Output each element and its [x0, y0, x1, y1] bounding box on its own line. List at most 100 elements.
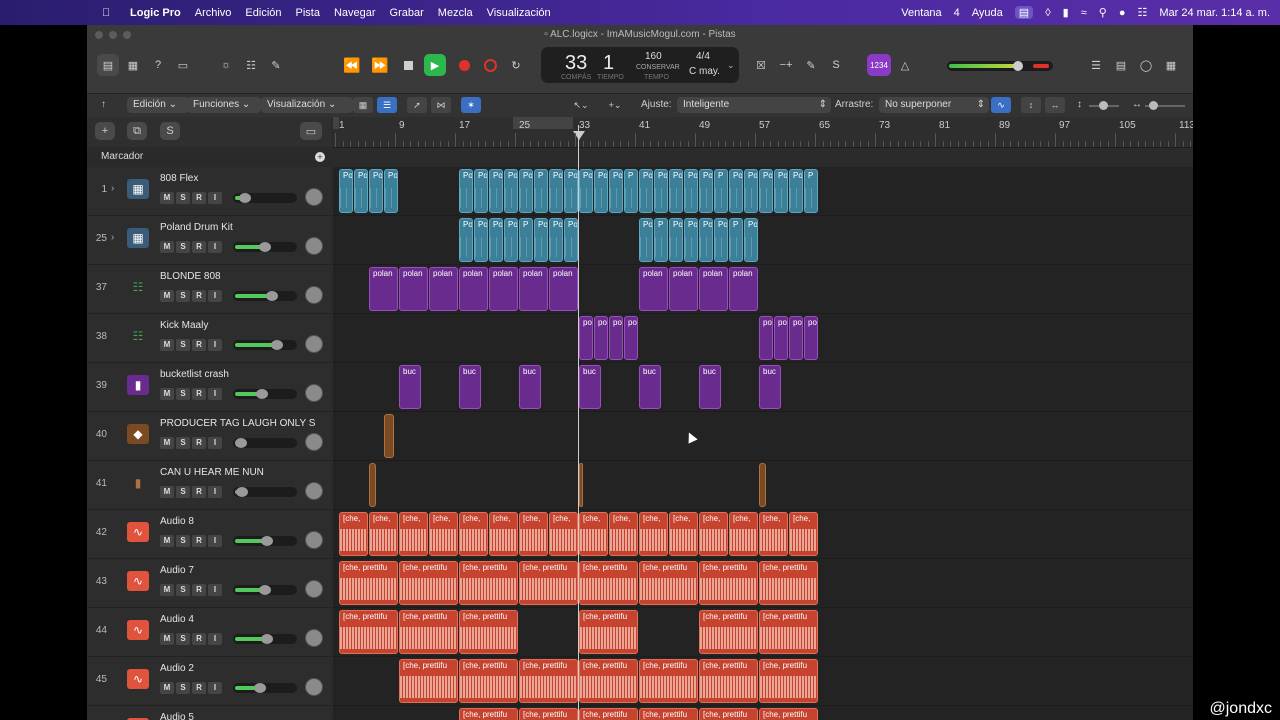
- drum-track-icon[interactable]: ▦: [127, 179, 149, 199]
- volume-fader[interactable]: [233, 536, 297, 546]
- region[interactable]: Po: [489, 169, 503, 213]
- region[interactable]: po: [579, 316, 593, 360]
- region[interactable]: Po: [489, 218, 503, 262]
- region[interactable]: buc: [579, 365, 601, 409]
- region[interactable]: [che,: [459, 512, 488, 556]
- volume-fader[interactable]: [233, 683, 297, 693]
- region[interactable]: [che,: [549, 512, 578, 556]
- track-name[interactable]: Audio 5: [160, 712, 194, 720]
- region[interactable]: [che, prettifu: [639, 708, 698, 720]
- view-menu[interactable]: Visualización ⌄: [261, 97, 353, 113]
- region[interactable]: po: [804, 316, 818, 360]
- menu-ayuda[interactable]: Ayuda: [972, 7, 1003, 19]
- notepad-icon[interactable]: ▤: [1110, 54, 1132, 76]
- region[interactable]: Po: [369, 169, 383, 213]
- region[interactable]: Po: [474, 169, 488, 213]
- record-enable-button[interactable]: R: [192, 241, 206, 253]
- audio-track-icon[interactable]: ∿: [127, 522, 149, 542]
- track-header[interactable]: 42 ∿ Audio 8 MSRI: [87, 510, 331, 559]
- input-monitor-button[interactable]: I: [208, 584, 222, 596]
- track-name[interactable]: Audio 7: [160, 565, 194, 576]
- input-monitor-button[interactable]: I: [208, 437, 222, 449]
- mute-button[interactable]: M: [160, 192, 174, 204]
- region[interactable]: [che,: [369, 512, 398, 556]
- volume-knob[interactable]: [259, 585, 271, 595]
- region[interactable]: Po: [639, 218, 653, 262]
- metronome-icon[interactable]: △: [894, 54, 916, 76]
- duplicate-track-icon[interactable]: ⧉: [127, 122, 147, 140]
- track-header[interactable]: 39 ▮ bucketlist crash M S R I: [87, 363, 331, 412]
- cycle-icon[interactable]: ↻: [505, 54, 527, 76]
- region[interactable]: Po: [459, 218, 473, 262]
- region[interactable]: Po: [534, 218, 548, 262]
- region[interactable]: [che,: [579, 512, 608, 556]
- tuner-icon[interactable]: ✎: [800, 54, 822, 76]
- track-header[interactable]: 43 ∿ Audio 7 MSRI: [87, 559, 331, 608]
- menu-grabar[interactable]: Grabar: [390, 7, 424, 19]
- volume-fader[interactable]: [233, 193, 297, 203]
- record-enable-button[interactable]: R: [192, 192, 206, 204]
- record-enable-button[interactable]: R: [192, 388, 206, 400]
- region[interactable]: [che,: [669, 512, 698, 556]
- lcd-key[interactable]: C may.: [689, 66, 720, 77]
- add-track-button[interactable]: +: [95, 122, 115, 140]
- track-header[interactable]: 45 ∿ Audio 2 MSRI: [87, 657, 331, 706]
- autopunch-icon[interactable]: −+: [775, 54, 797, 76]
- record-enable-button[interactable]: R: [192, 339, 206, 351]
- pan-knob[interactable]: [305, 482, 323, 500]
- pan-knob[interactable]: [305, 531, 323, 549]
- region[interactable]: Po: [474, 218, 488, 262]
- menu-navegar[interactable]: Navegar: [334, 7, 376, 19]
- region[interactable]: Po: [459, 169, 473, 213]
- solo-button[interactable]: S: [176, 437, 190, 449]
- lcd-signature[interactable]: 4/4: [696, 51, 710, 62]
- region[interactable]: buc: [399, 365, 421, 409]
- list-editors-icon[interactable]: ☰: [1085, 54, 1107, 76]
- region[interactable]: [che, prettifu: [459, 708, 518, 720]
- track-header[interactable]: 44 ∿ Audio 4 MSRI: [87, 608, 331, 657]
- region[interactable]: [579, 463, 583, 507]
- volume-fader[interactable]: [233, 585, 297, 595]
- volume-knob[interactable]: [259, 242, 271, 252]
- region[interactable]: Po: [774, 169, 788, 213]
- region[interactable]: po: [759, 316, 773, 360]
- audio-track-icon[interactable]: ∿: [127, 620, 149, 640]
- quick-help-icon[interactable]: ☼: [215, 54, 237, 76]
- volume-knob[interactable]: [254, 683, 266, 693]
- region[interactable]: [che,: [399, 512, 428, 556]
- record-enable-button[interactable]: R: [192, 486, 206, 498]
- mute-button[interactable]: M: [160, 584, 174, 596]
- volume-knob[interactable]: [236, 487, 248, 497]
- region[interactable]: Po: [639, 169, 653, 213]
- region[interactable]: Po: [669, 169, 683, 213]
- screen-mirroring-icon[interactable]: ▤: [1014, 6, 1034, 19]
- solo-button[interactable]: S: [176, 241, 190, 253]
- menu-pista[interactable]: Pista: [296, 7, 320, 19]
- airplay-icon[interactable]: ◊: [1045, 7, 1050, 19]
- region[interactable]: po: [609, 316, 623, 360]
- count-in-button[interactable]: 1234: [867, 54, 891, 76]
- pointer-tool-icon[interactable]: ↖⌄: [571, 97, 591, 113]
- region[interactable]: [che, prettifu: [579, 659, 638, 703]
- lcd-chevron-icon[interactable]: ⌄: [727, 60, 735, 71]
- volume-fader[interactable]: [233, 340, 297, 350]
- region[interactable]: Po: [759, 169, 773, 213]
- menu-mezcla[interactable]: Mezcla: [438, 7, 473, 19]
- pan-knob[interactable]: [305, 335, 323, 353]
- region[interactable]: Po: [684, 218, 698, 262]
- wifi-icon[interactable]: ≈: [1081, 7, 1087, 19]
- region[interactable]: [che, prettifu: [339, 610, 398, 654]
- menu-archivo[interactable]: Archivo: [195, 7, 232, 19]
- lcd-tempo[interactable]: 160: [645, 51, 662, 62]
- pan-knob[interactable]: [305, 286, 323, 304]
- lcd-tempo-mode[interactable]: CONSERVAR: [636, 64, 680, 71]
- region[interactable]: buc: [699, 365, 721, 409]
- disclosure-chevron-icon[interactable]: ›: [111, 232, 114, 243]
- replace-record-icon[interactable]: [479, 54, 501, 76]
- library-icon[interactable]: ▤: [97, 54, 119, 76]
- clock-text[interactable]: Mar 24 mar. 1:14 a. m.: [1159, 7, 1270, 19]
- mixer-icon[interactable]: ☷: [240, 54, 262, 76]
- apple-icon[interactable]: : [102, 7, 116, 19]
- toolbar-toggle-icon[interactable]: ▭: [172, 54, 194, 76]
- solo-button[interactable]: S: [176, 339, 190, 351]
